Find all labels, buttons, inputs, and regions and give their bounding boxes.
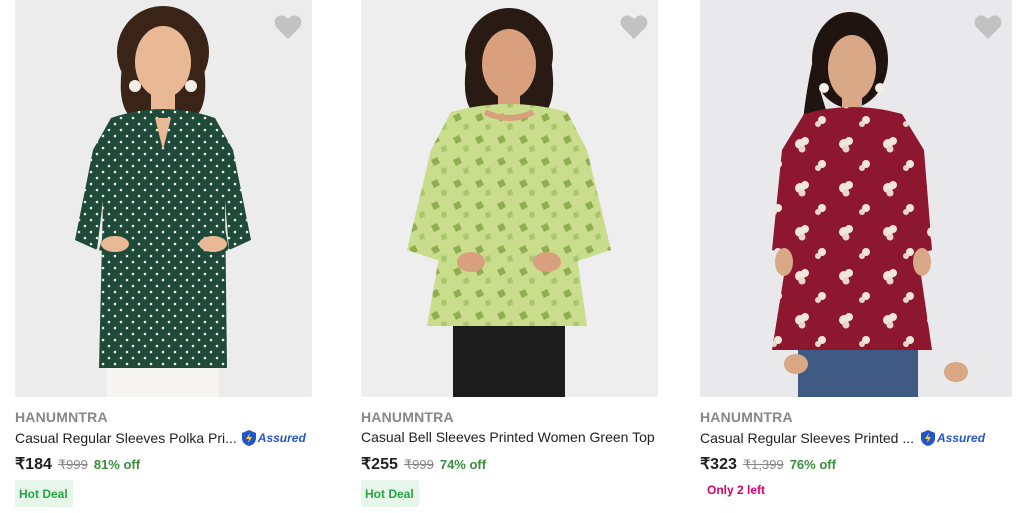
wishlist-heart-icon[interactable] <box>620 14 648 40</box>
discount-percent: 74% off <box>439 457 487 472</box>
product-brand: HANUMNTRA <box>15 409 108 425</box>
assured-shield-icon <box>241 430 256 446</box>
product-image[interactable] <box>700 0 1012 397</box>
discount-percent: 76% off <box>789 457 836 472</box>
assured-badge: Assured <box>241 429 306 447</box>
product-card[interactable]: HANUMNTRA Casual Regular Sleeves Printed… <box>700 0 1012 513</box>
hot-deal-badge: Hot Deal <box>15 480 73 507</box>
assured-label: Assured <box>257 431 306 445</box>
selling-price: ₹184 <box>15 456 52 473</box>
product-brand: HANUMNTRA <box>361 409 454 425</box>
assured-shield-icon <box>921 430 935 446</box>
product-title[interactable]: Casual Regular Sleeves Polka Pri... <box>15 430 237 446</box>
product-title[interactable]: Casual Bell Sleeves Printed Women Green … <box>361 429 655 445</box>
original-price: ₹1,399 <box>742 457 784 472</box>
product-card[interactable]: HANUMNTRA Casual Regular Sleeves Polka P… <box>15 0 312 513</box>
original-price: ₹999 <box>57 457 88 472</box>
product-card[interactable]: HANUMNTRA Casual Bell Sleeves Printed Wo… <box>361 0 658 513</box>
green-polka-dot-top-photo <box>75 6 251 397</box>
product-image[interactable] <box>361 0 658 397</box>
maroon-floral-top-photo <box>772 12 968 397</box>
original-price: ₹999 <box>403 457 434 472</box>
product-brand: HANUMNTRA <box>700 409 793 425</box>
wishlist-heart-icon[interactable] <box>974 14 1002 40</box>
discount-percent: 81% off <box>93 457 141 472</box>
selling-price: ₹255 <box>361 456 398 473</box>
lime-green-printed-top-photo <box>407 8 611 397</box>
product-image[interactable] <box>15 0 312 397</box>
selling-price: ₹323 <box>700 456 737 473</box>
wishlist-heart-icon[interactable] <box>274 14 302 40</box>
product-title[interactable]: Casual Regular Sleeves Printed ... <box>700 430 914 446</box>
stock-warning: Only 2 left <box>707 483 766 497</box>
assured-badge: Assured <box>920 429 985 447</box>
hot-deal-badge: Hot Deal <box>361 480 419 507</box>
assured-label: Assured <box>937 431 986 445</box>
